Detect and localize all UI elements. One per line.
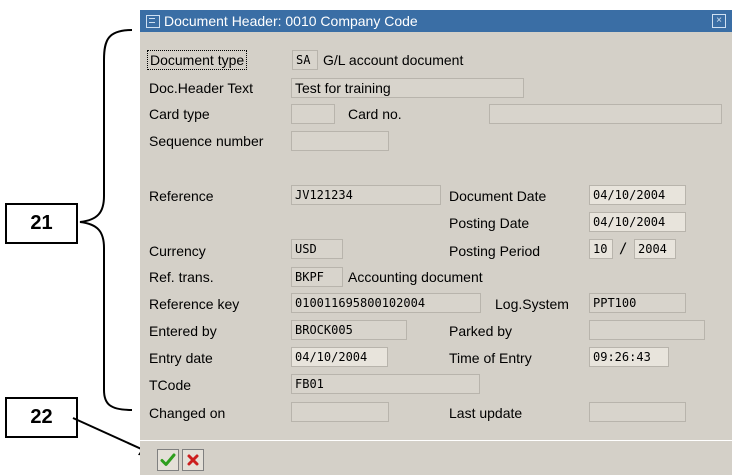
log-system-field: PPT100 [589, 293, 686, 313]
parked-by-field [589, 320, 705, 340]
entry-date-label: Entry date [149, 350, 213, 366]
document-date-label: Document Date [449, 188, 547, 204]
dialog-title: Document Header: 0010 Company Code [164, 13, 418, 29]
card-no-field[interactable] [489, 104, 722, 124]
brace-21 [79, 29, 133, 411]
parked-by-label: Parked by [449, 323, 513, 339]
check-icon [160, 453, 176, 466]
close-icon[interactable]: × [712, 14, 726, 28]
posting-date-label: Posting Date [449, 215, 530, 231]
cancel-button[interactable] [182, 449, 204, 471]
ref-trans-label: Ref. trans. [149, 269, 214, 285]
document-type-code: SA [292, 50, 318, 70]
reference-label: Reference [149, 188, 214, 204]
card-type-label: Card type [149, 106, 210, 122]
title-bar: Document Header: 0010 Company Code × [140, 10, 732, 32]
ref-trans-text: Accounting document [348, 269, 483, 285]
last-update-label: Last update [449, 405, 523, 421]
posting-period-field[interactable]: 10 [589, 239, 613, 259]
last-update-field [589, 402, 686, 422]
changed-on-label: Changed on [149, 405, 226, 421]
card-no-label: Card no. [348, 106, 402, 122]
time-of-entry-field: 09:26:43 [589, 347, 669, 367]
card-type-field[interactable] [291, 104, 335, 124]
window-icon [146, 14, 160, 28]
continue-button[interactable] [157, 449, 179, 471]
changed-on-field [291, 402, 389, 422]
tcode-field: FB01 [291, 374, 480, 394]
entered-by-label: Entered by [149, 323, 217, 339]
button-bar [140, 440, 732, 476]
posting-period-label: Posting Period [449, 243, 541, 259]
sequence-number-label: Sequence number [149, 133, 264, 149]
posting-date-field[interactable]: 04/10/2004 [589, 212, 686, 232]
doc-header-text-label: Doc.Header Text [149, 80, 254, 96]
posting-period-separator: / [619, 241, 628, 257]
reference-field[interactable]: JV121234 [291, 185, 441, 205]
time-of-entry-label: Time of Entry [449, 350, 532, 366]
doc-header-text-field[interactable]: Test for training [291, 78, 524, 98]
cancel-icon [187, 454, 199, 466]
currency-field[interactable]: USD [291, 239, 343, 259]
reference-key-label: Reference key [149, 296, 240, 312]
ref-trans-code: BKPF [291, 267, 343, 287]
entry-date-field: 04/10/2004 [291, 347, 388, 367]
log-system-label: Log.System [495, 296, 569, 312]
tcode-label: TCode [149, 377, 192, 393]
posting-year-field[interactable]: 2004 [634, 239, 676, 259]
document-header-dialog: Document Header: 0010 Company Code × Doc… [140, 10, 732, 475]
document-date-field[interactable]: 04/10/2004 [589, 185, 686, 205]
entered-by-field: BROCK005 [291, 320, 407, 340]
sequence-number-field[interactable] [291, 131, 389, 151]
currency-label: Currency [149, 243, 206, 259]
reference-key-field: 010011695800102004 [291, 293, 481, 313]
arrow-22-line [72, 417, 149, 453]
document-type-text: G/L account document [323, 52, 464, 68]
document-type-label[interactable]: Document type [147, 50, 248, 70]
